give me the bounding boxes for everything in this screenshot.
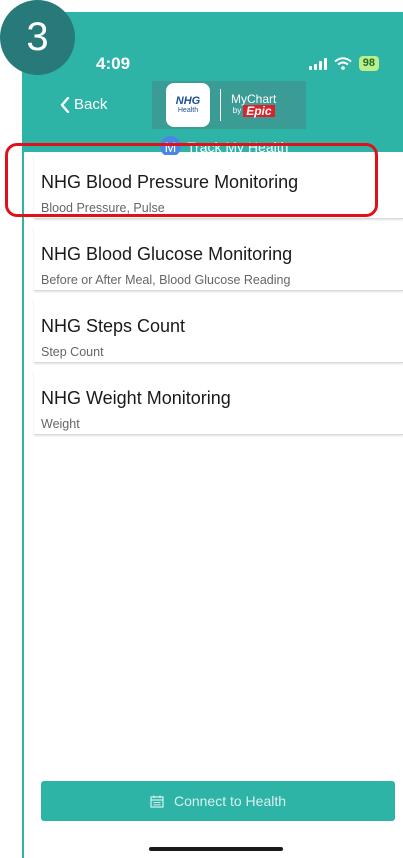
list-item-subtitle: Step Count xyxy=(41,345,104,359)
status-icons: 98 xyxy=(308,56,379,71)
list-item-blood-pressure[interactable]: NHG Blood Pressure Monitoring Blood Pres… xyxy=(34,155,403,219)
calendar-icon xyxy=(150,795,164,808)
list-item-subtitle: Before or After Meal, Blood Glucose Read… xyxy=(41,273,291,287)
list-item-subtitle: Blood Pressure, Pulse xyxy=(41,201,165,215)
step-number-badge: 3 xyxy=(0,0,75,75)
list-item-subtitle: Weight xyxy=(41,417,80,431)
epic-logo-text: Epic xyxy=(243,105,275,117)
nhg-logo-subtext: Health xyxy=(177,107,199,114)
list-item-title: NHG Weight Monitoring xyxy=(41,388,231,408)
home-indicator xyxy=(149,847,283,851)
list-item-steps-count[interactable]: NHG Steps Count Step Count xyxy=(34,299,403,363)
logo-banner: NHG Health MyChart by Epic xyxy=(152,81,306,129)
list-item-weight[interactable]: NHG Weight Monitoring Weight xyxy=(34,371,403,435)
list-item-title: NHG Steps Count xyxy=(41,316,186,336)
page-title: Track My Health xyxy=(187,138,289,155)
list-item-title: NHG Blood Pressure Monitoring xyxy=(41,172,299,192)
wifi-icon xyxy=(334,57,352,70)
battery-icon: 98 xyxy=(358,56,379,71)
page-title-row: M Track My Health xyxy=(160,136,288,157)
back-button[interactable]: Back xyxy=(60,96,107,113)
nhg-health-logo: NHG Health xyxy=(166,83,210,127)
connect-button-label: Connect to Health xyxy=(173,793,287,809)
back-label: Back xyxy=(74,96,108,113)
phone-screen: 4:09 98 Back NHG Health MyChart by Epic … xyxy=(22,12,403,858)
list-item-title: NHG Blood Glucose Monitoring xyxy=(41,244,293,264)
logo-separator xyxy=(220,89,221,121)
app-header: 4:09 98 Back NHG Health MyChart by Epic … xyxy=(24,12,403,157)
chevron-left-icon xyxy=(60,96,70,113)
list-item-blood-glucose[interactable]: NHG Blood Glucose Monitoring Before or A… xyxy=(34,227,403,291)
mychart-by-text: by xyxy=(232,106,242,115)
avatar[interactable]: M xyxy=(160,136,181,157)
connect-to-health-button[interactable]: Connect to Health xyxy=(41,781,395,821)
status-time: 4:09 xyxy=(96,54,131,73)
nhg-logo-text: NHG xyxy=(175,95,201,107)
signal-icon xyxy=(308,57,327,70)
mychart-logo: MyChart by Epic xyxy=(231,93,276,117)
